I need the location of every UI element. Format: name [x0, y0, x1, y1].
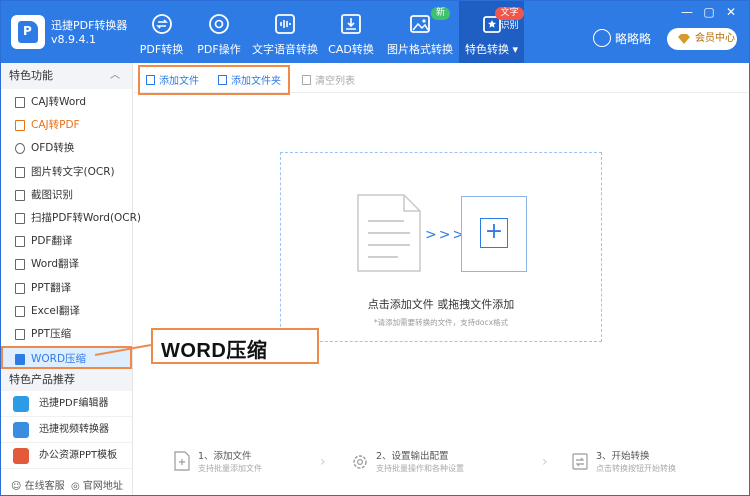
add-folder-button[interactable]: 添加文件夹	[218, 72, 281, 87]
chevron-right-icon: ›	[320, 454, 326, 470]
vip-center-button[interactable]: 会员中心	[667, 28, 737, 50]
products-header: 特色产品推荐	[1, 369, 132, 392]
text-icon	[15, 166, 25, 178]
maximize-icon[interactable]: ▢	[701, 5, 717, 19]
nav-cad-convert[interactable]: CAD转换	[321, 1, 381, 63]
nav-pdf-convert[interactable]: PDF转换	[134, 1, 189, 63]
nav-label: 特色转换 ▾	[464, 43, 519, 56]
vip-label: 会员中心	[695, 33, 735, 44]
add-folder-icon	[218, 75, 227, 85]
add-file-button[interactable]: 添加文件	[146, 72, 199, 87]
translate-icon	[15, 259, 25, 271]
pdf-operate-icon	[209, 14, 229, 34]
sidebar-footer: ☺ 在线客服 ◎ 官网地址	[1, 473, 132, 495]
online-service-link[interactable]: ☺ 在线客服	[11, 477, 65, 492]
file-drop-zone[interactable]	[280, 152, 602, 342]
nav-label: 图片格式转换	[387, 43, 453, 56]
product-pdf-editor[interactable]: 迅捷PDF编辑器	[1, 391, 132, 418]
sidebar-item-pdf-translate[interactable]: PDF翻译	[1, 230, 132, 253]
cad-icon	[341, 14, 361, 34]
title-bar: P 迅捷PDF转换器 v8.9.4.1 PDF转换 PDF操作 文字语音转换 C…	[1, 1, 749, 63]
compress-icon	[15, 354, 25, 366]
file-icon	[15, 120, 25, 132]
callout-box: WORD压缩	[151, 328, 319, 364]
product-video-converter[interactable]: 迅捷视频转换器	[1, 417, 132, 444]
app-version: v8.9.4.1	[51, 33, 96, 46]
nav-label: PDF转换	[139, 43, 184, 56]
nav-label: PDF操作	[197, 43, 241, 56]
sidebar-item-ocr[interactable]: 图片转文字(OCR)	[1, 161, 132, 184]
clear-list-button[interactable]: 清空列表	[302, 72, 355, 87]
pdf-editor-icon	[13, 396, 29, 413]
dropzone-title[interactable]: 点击添加文件 或拖拽文件添加	[280, 296, 602, 312]
sidebar-item-scan-pdf-word[interactable]: 扫描PDF转Word(OCR)	[1, 207, 141, 230]
sidebar-item-word-translate[interactable]: Word翻译	[1, 253, 132, 276]
add-file-box[interactable]: +	[461, 196, 527, 272]
translate-icon	[15, 236, 25, 248]
new-badge: 新	[431, 7, 451, 20]
website-link[interactable]: ◎ 官网地址	[71, 477, 123, 492]
sidebar: 特色功能 ︿ CAJ转Word CAJ转PDF OFD转换 图片转文字(OCR) …	[1, 63, 141, 495]
trash-icon	[302, 75, 311, 85]
app-window: P 迅捷PDF转换器 v8.9.4.1 PDF转换 PDF操作 文字语音转换 C…	[0, 0, 750, 496]
ocr-badge: 文字识别	[495, 7, 524, 31]
file-icon	[15, 97, 25, 108]
screenshot-icon	[15, 189, 25, 201]
user-name[interactable]: 略略略	[615, 30, 651, 47]
sidebar-header[interactable]: 特色功能 ︿	[1, 63, 132, 89]
chevron-up-icon: ︿	[110, 70, 120, 81]
nav-pdf-operate[interactable]: PDF操作	[189, 1, 249, 63]
nav-text-voice[interactable]: 文字语音转换	[249, 1, 321, 63]
translate-icon	[15, 305, 25, 317]
callout-text: WORD压缩	[161, 340, 268, 362]
document-icon	[357, 194, 421, 272]
diamond-icon	[678, 34, 690, 44]
sidebar-item-caj-pdf[interactable]: CAJ转PDF	[1, 114, 132, 137]
close-icon[interactable]: ✕	[723, 5, 739, 19]
sidebar-item-caj-word[interactable]: CAJ转Word	[1, 91, 132, 114]
convert-step-icon	[572, 453, 588, 470]
chevron-right-icon: ›	[542, 454, 548, 470]
add-file-icon	[146, 75, 155, 85]
main-nav: PDF转换 PDF操作 文字语音转换 CAD转换 图片格式转换 新 特色转换 ▾…	[134, 1, 524, 63]
add-file-step-icon	[174, 451, 190, 471]
nav-label: CAD转换	[328, 43, 374, 56]
sidebar-item-ppt-translate[interactable]: PPT翻译	[1, 277, 132, 300]
dropzone-subtitle: *请添加需要转换的文件，支持docx格式	[373, 318, 509, 327]
user-avatar-icon[interactable]	[593, 29, 611, 47]
app-name: 迅捷PDF转换器	[51, 19, 128, 32]
plus-icon: +	[480, 218, 508, 248]
scan-icon	[15, 212, 25, 224]
sidebar-item-ofd[interactable]: OFD转换	[1, 137, 132, 160]
steps-bar: 1、添加文件 支持批量添加文件 › 2、设置输出配置 支持批量操作和各种设置 ›…	[134, 447, 749, 481]
pdf-convert-icon	[151, 14, 172, 34]
translate-icon	[15, 282, 25, 294]
compress-icon	[15, 328, 25, 340]
callout-arrow	[94, 344, 152, 356]
ppt-template-icon	[13, 448, 29, 465]
sidebar-item-screenshot-ocr[interactable]: 截图识别	[1, 184, 132, 207]
image-icon	[410, 15, 430, 33]
nav-special-convert[interactable]: 特色转换 ▾ 文字识别	[459, 1, 524, 63]
settings-gear-icon	[353, 455, 367, 469]
ofd-icon	[15, 143, 25, 155]
video-converter-icon	[13, 422, 29, 439]
sidebar-item-excel-translate[interactable]: Excel翻译	[1, 300, 132, 323]
app-logo: P	[11, 15, 45, 49]
product-ppt-template[interactable]: 办公资源PPT模板	[1, 443, 132, 470]
minimize-icon[interactable]: —	[679, 5, 695, 19]
audio-wave-icon	[275, 14, 295, 34]
nav-label: 文字语音转换	[252, 43, 318, 56]
toolbar: 添加文件 添加文件夹 清空列表	[134, 63, 749, 95]
nav-image-format[interactable]: 图片格式转换 新	[381, 1, 459, 63]
